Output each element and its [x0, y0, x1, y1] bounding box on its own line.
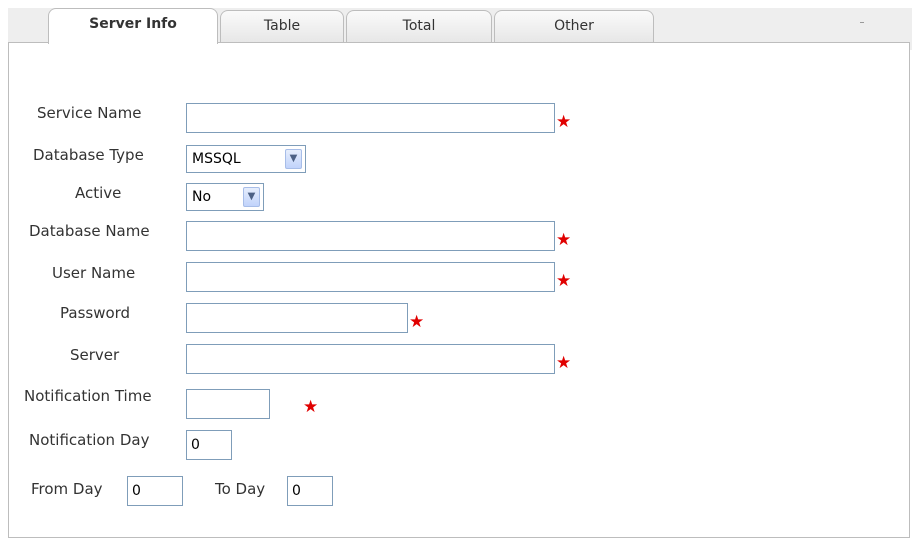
- database-name-input[interactable]: [186, 221, 555, 251]
- minimize-mark: [860, 22, 864, 23]
- to-day-input[interactable]: [287, 476, 333, 506]
- required-star-icon: ★: [303, 397, 319, 417]
- active-select[interactable]: No ▼: [186, 183, 264, 211]
- active-value: No: [192, 189, 212, 205]
- tab-server-info[interactable]: Server Info: [48, 8, 218, 44]
- password-label: Password: [60, 304, 131, 322]
- user-name-input[interactable]: [186, 262, 555, 292]
- tab-table[interactable]: Table: [220, 10, 344, 44]
- tab-total[interactable]: Total: [346, 10, 492, 44]
- required-star-icon: ★: [556, 271, 572, 291]
- tab-other[interactable]: Other: [494, 10, 654, 44]
- database-type-label: Database Type: [33, 146, 144, 164]
- service-name-input[interactable]: [186, 103, 555, 133]
- active-label: Active: [75, 184, 122, 202]
- notification-time-label: Notification Time: [24, 387, 152, 405]
- required-star-icon: ★: [556, 230, 572, 250]
- required-star-icon: ★: [409, 312, 425, 332]
- password-input[interactable]: [186, 303, 408, 333]
- server-input[interactable]: [186, 344, 555, 374]
- database-type-select[interactable]: MSSQL ▼: [186, 145, 306, 173]
- from-day-label: From Day: [31, 480, 103, 498]
- notification-day-label: Notification Day: [29, 431, 150, 449]
- server-label: Server: [70, 346, 120, 364]
- chevron-down-icon[interactable]: ▼: [243, 187, 260, 207]
- to-day-label: To Day: [215, 480, 266, 498]
- notification-day-input[interactable]: [186, 430, 232, 460]
- notification-time-input[interactable]: [186, 389, 270, 419]
- from-day-input[interactable]: [127, 476, 183, 506]
- required-star-icon: ★: [556, 112, 572, 132]
- required-star-icon: ★: [556, 353, 572, 373]
- database-name-label: Database Name: [29, 222, 150, 240]
- chevron-down-icon[interactable]: ▼: [285, 149, 302, 169]
- service-name-label: Service Name: [37, 104, 142, 122]
- database-type-value: MSSQL: [192, 151, 241, 167]
- user-name-label: User Name: [52, 264, 136, 282]
